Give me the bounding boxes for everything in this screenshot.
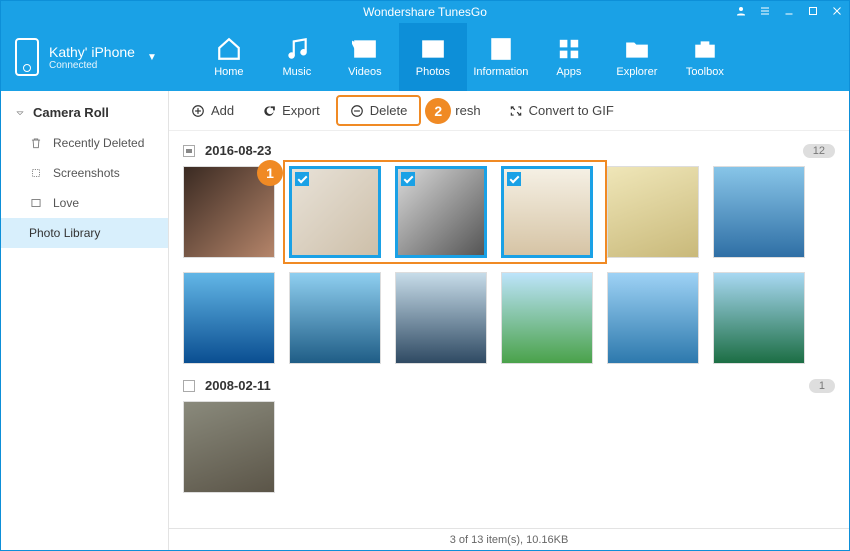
status-text: 3 of 13 item(s), 10.16KB xyxy=(450,534,569,546)
nav-tabs: Home Music Videos Photos Information App… xyxy=(195,23,739,91)
tab-label: Information xyxy=(473,66,528,78)
photo-thumb[interactable] xyxy=(501,166,593,258)
tab-label: Apps xyxy=(556,66,581,78)
button-label: Convert to GIF xyxy=(529,103,614,118)
group-count-badge: 12 xyxy=(803,144,835,158)
check-icon xyxy=(401,172,415,186)
title-bar: Wondershare TunesGo xyxy=(1,1,849,23)
photo-thumb[interactable] xyxy=(395,272,487,364)
sidebar-header-camera-roll[interactable]: Camera Roll xyxy=(1,97,168,128)
tab-toolbox[interactable]: Toolbox xyxy=(671,23,739,91)
app-title: Wondershare TunesGo xyxy=(363,5,487,19)
tab-label: Music xyxy=(283,66,312,78)
main-content: Add Export Delete 2 resh Co xyxy=(169,91,849,550)
photo-thumb[interactable] xyxy=(289,166,381,258)
app-window: Wondershare TunesGo Kathy' iPhone xyxy=(0,0,850,551)
tab-label: Videos xyxy=(348,66,381,78)
thumbnail-grid xyxy=(183,401,835,493)
group-checkbox[interactable] xyxy=(183,145,195,157)
refresh-button[interactable]: resh xyxy=(455,97,492,124)
sidebar-header-label: Camera Roll xyxy=(33,105,109,120)
group-header: 2008-02-11 1 xyxy=(183,378,835,393)
photo-scroll-area[interactable]: 2016-08-23 12 1 xyxy=(169,131,849,528)
tab-label: Photos xyxy=(416,66,450,78)
sidebar-item-label: Recently Deleted xyxy=(53,136,144,150)
status-bar: 3 of 13 item(s), 10.16KB xyxy=(169,528,849,550)
tab-label: Toolbox xyxy=(686,66,724,78)
tab-explorer[interactable]: Explorer xyxy=(603,23,671,91)
callout-2: 2 xyxy=(425,98,451,124)
tab-apps[interactable]: Apps xyxy=(535,23,603,91)
sidebar-item-photo-library[interactable]: Photo Library xyxy=(1,218,168,248)
check-icon xyxy=(507,172,521,186)
close-icon[interactable] xyxy=(831,5,843,20)
photo-thumb[interactable] xyxy=(183,401,275,493)
button-label: Add xyxy=(211,103,234,118)
photo-thumb[interactable] xyxy=(183,272,275,364)
tab-photos[interactable]: Photos xyxy=(399,23,467,91)
photo-thumb[interactable] xyxy=(289,272,381,364)
photo-thumb[interactable] xyxy=(713,272,805,364)
photo-thumb[interactable] xyxy=(713,166,805,258)
toolbar: Add Export Delete 2 resh Co xyxy=(169,91,849,131)
tab-home[interactable]: Home xyxy=(195,23,263,91)
window-controls xyxy=(735,1,843,23)
sidebar-item-love[interactable]: Love xyxy=(1,188,168,218)
export-button[interactable]: Export xyxy=(250,97,332,124)
tab-videos[interactable]: Videos xyxy=(331,23,399,91)
group-date: 2016-08-23 xyxy=(205,143,272,158)
photo-thumb[interactable] xyxy=(501,272,593,364)
menu-icon[interactable] xyxy=(759,5,771,20)
group-header: 2016-08-23 12 xyxy=(183,143,835,158)
sidebar-item-label: Photo Library xyxy=(29,226,100,240)
tab-label: Home xyxy=(214,66,243,78)
sidebar-item-label: Love xyxy=(53,196,79,210)
maximize-icon[interactable] xyxy=(807,5,819,20)
photo-thumb[interactable] xyxy=(395,166,487,258)
device-selector[interactable]: Kathy' iPhone Connected ▼ xyxy=(1,38,175,76)
tab-label: Explorer xyxy=(616,66,657,78)
button-label: Export xyxy=(282,103,320,118)
nav-bar: Kathy' iPhone Connected ▼ Home Music Vid… xyxy=(1,23,849,91)
tab-music[interactable]: Music xyxy=(263,23,331,91)
body: Camera Roll Recently Deleted Screenshots… xyxy=(1,91,849,550)
phone-icon xyxy=(15,38,39,76)
sidebar: Camera Roll Recently Deleted Screenshots… xyxy=(1,91,169,550)
button-label: Delete xyxy=(370,103,408,118)
photo-thumb[interactable] xyxy=(607,272,699,364)
group-checkbox[interactable] xyxy=(183,380,195,392)
device-name: Kathy' iPhone xyxy=(49,44,135,60)
user-icon[interactable] xyxy=(735,5,747,20)
photo-thumb[interactable] xyxy=(607,166,699,258)
sidebar-item-screenshots[interactable]: Screenshots xyxy=(1,158,168,188)
tab-information[interactable]: Information xyxy=(467,23,535,91)
sidebar-item-recently-deleted[interactable]: Recently Deleted xyxy=(1,128,168,158)
group-date: 2008-02-11 xyxy=(205,378,271,393)
group-count-badge: 1 xyxy=(809,379,835,393)
add-button[interactable]: Add xyxy=(179,97,246,124)
callout-1: 1 xyxy=(257,160,283,186)
thumbnail-grid: 1 xyxy=(183,166,835,364)
convert-to-gif-button[interactable]: Convert to GIF xyxy=(497,97,626,124)
chevron-down-icon: ▼ xyxy=(147,52,157,63)
minimize-icon[interactable] xyxy=(783,5,795,20)
device-status: Connected xyxy=(49,60,135,71)
sidebar-item-label: Screenshots xyxy=(53,166,120,180)
check-icon xyxy=(295,172,309,186)
button-label: resh xyxy=(455,103,480,118)
delete-button[interactable]: Delete xyxy=(336,95,422,126)
